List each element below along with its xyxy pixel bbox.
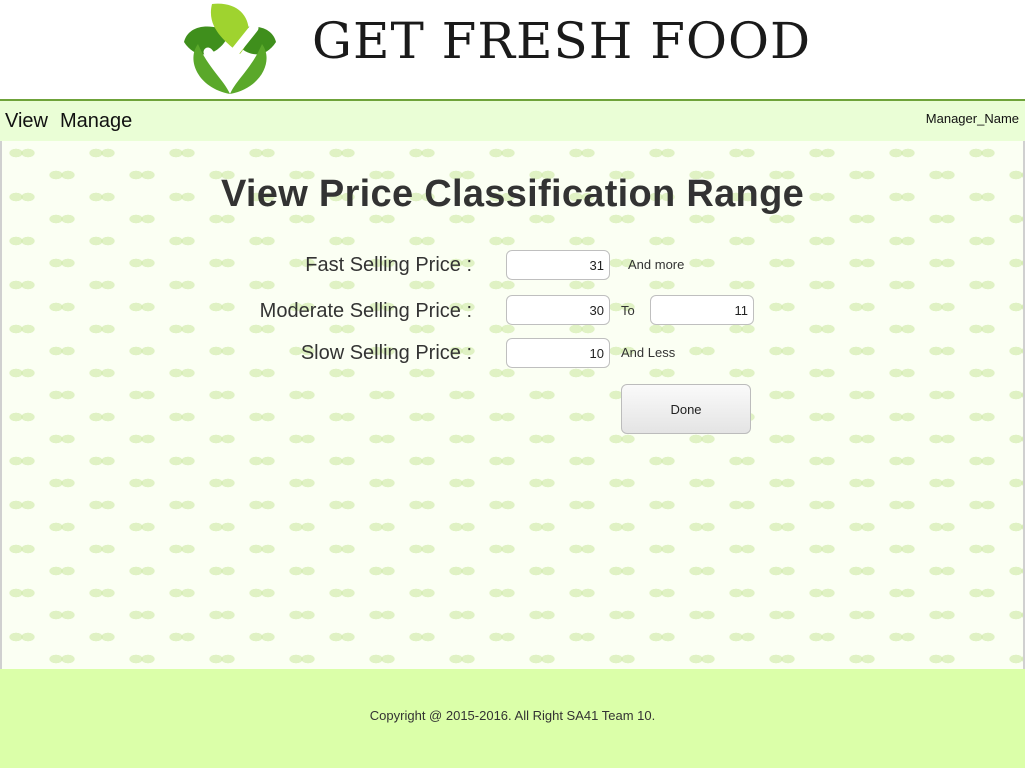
footer: Copyright @ 2015-2016. All Right SA41 Te…	[0, 669, 1025, 768]
done-button[interactable]: Done	[621, 384, 751, 434]
slow-selling-suffix: And Less	[621, 345, 676, 360]
fast-selling-price-input[interactable]	[506, 250, 610, 280]
logo-text: GET FRESH FOOD	[312, 12, 812, 70]
moderate-from-input[interactable]	[506, 295, 610, 325]
fast-selling-suffix: And more	[628, 257, 685, 272]
nav-item-view[interactable]: View	[5, 110, 48, 133]
moderate-to-label: To	[621, 303, 635, 318]
slow-selling-label: Slow Selling Price :	[300, 342, 472, 364]
copyright-text: Copyright @ 2015-2016. All Right SA41 Te…	[369, 708, 656, 723]
page-title: View Price Classification Range	[220, 173, 805, 215]
user-name[interactable]: Manager_Name	[926, 111, 1019, 126]
slow-selling-price-input[interactable]	[506, 338, 610, 368]
main-content: View Price Classification Range Fast Sel…	[2, 141, 1023, 669]
leaf-checkmark-icon	[184, 3, 276, 94]
fast-selling-label: Fast Selling Price :	[305, 254, 472, 276]
navbar: View Manage Manager_Name	[0, 99, 1025, 141]
nav-item-manage[interactable]: Manage	[60, 110, 132, 133]
moderate-selling-label: Moderate Selling Price :	[259, 300, 472, 322]
header: GET FRESH FOOD	[0, 0, 1025, 100]
moderate-to-input[interactable]	[650, 295, 754, 325]
